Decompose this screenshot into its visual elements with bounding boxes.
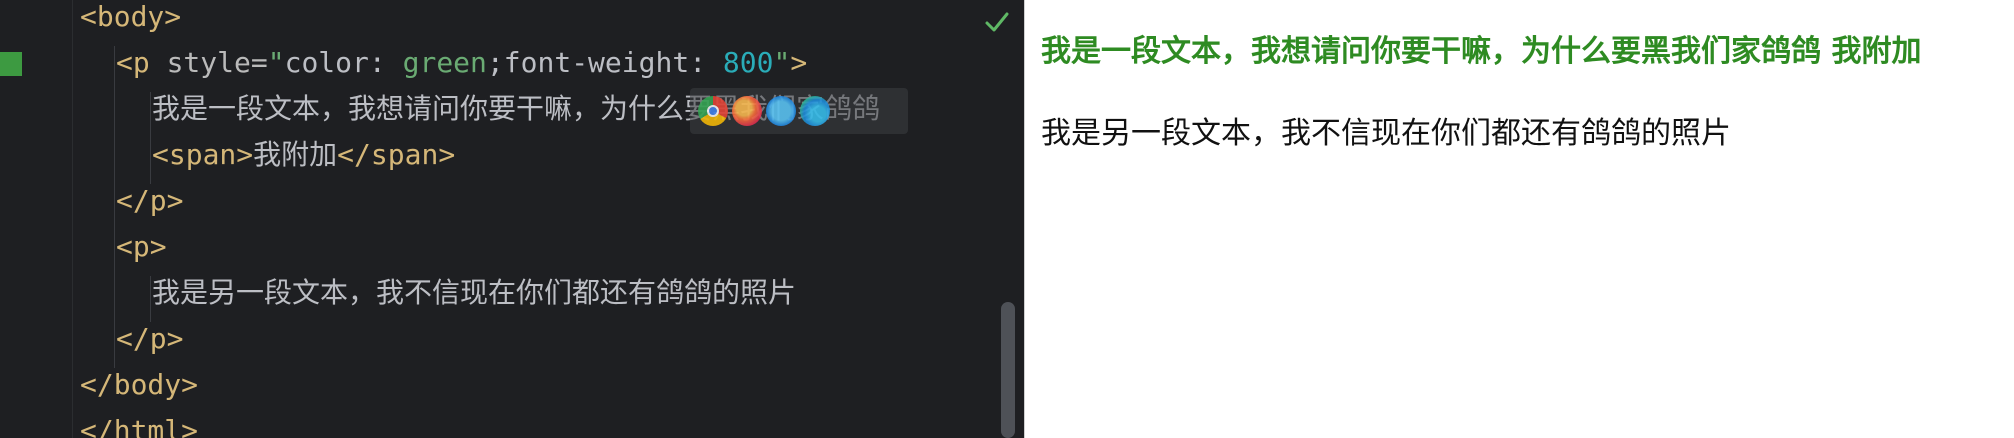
- indent-guide: [114, 46, 115, 368]
- browser-preview-bar: [690, 88, 908, 134]
- tag-p-close: </p>: [116, 322, 184, 355]
- code-text: 我附加: [253, 138, 338, 171]
- code-line: <p style="color: green;font-weight: 800"…: [116, 40, 807, 86]
- tag-body-open: <body>: [80, 0, 182, 33]
- code-line: </body>: [80, 362, 198, 408]
- tag-p-open: <p: [116, 46, 150, 79]
- code-line: </html>: [80, 408, 198, 438]
- vertical-scrollbar[interactable]: [1001, 302, 1015, 438]
- code-line: <body>: [80, 0, 181, 40]
- code-editor[interactable]: <body> <p style="color: green;font-weigh…: [0, 0, 1024, 438]
- app-window: <body> <p style="color: green;font-weigh…: [0, 0, 2014, 438]
- attr-quote: ": [267, 46, 285, 79]
- check-icon: [985, 12, 1009, 32]
- edge-icon[interactable]: [800, 96, 830, 126]
- safari-icon[interactable]: [766, 96, 796, 126]
- tag-p-close: </p>: [116, 184, 184, 217]
- tag-close-bracket: >: [790, 46, 808, 79]
- preview-paragraph-green: 我是一段文本，我想请问你要干嘛，为什么要黑我们家鸽鸽 我附加: [1041, 34, 1922, 69]
- tag-p-open: <p>: [116, 230, 167, 263]
- css-number: 800: [722, 46, 774, 79]
- code-line: <span>我附加</span>: [152, 132, 455, 178]
- code-line: 我是另一段文本，我不信现在你们都还有鸽鸽的照片: [152, 270, 796, 316]
- code-text: 我是另一段文本，我不信现在你们都还有鸽鸽的照片: [152, 276, 797, 309]
- browser-preview: 我是一段文本，我想请问你要干嘛，为什么要黑我们家鸽鸽 我附加 我是另一段文本，我…: [1024, 0, 2014, 438]
- tag-html-close: </html>: [80, 414, 199, 438]
- css-value: green: [402, 46, 487, 79]
- code-line: </p>: [116, 178, 183, 224]
- attr-quote: ": [773, 46, 791, 79]
- preview-paragraph: 我是另一段文本，我不信现在你们都还有鸽鸽的照片: [1041, 116, 1731, 151]
- change-marker: [0, 52, 22, 76]
- code-line: <p>: [116, 224, 167, 270]
- css-prop: font-weight:: [503, 46, 723, 79]
- firefox-icon[interactable]: [732, 96, 762, 126]
- css-prop: color:: [284, 46, 403, 79]
- css-separator: ;: [486, 46, 504, 79]
- indent-guide: [150, 92, 151, 184]
- tag-span-close: </span>: [337, 138, 456, 171]
- code-line: </p>: [116, 316, 183, 362]
- tag-span-open: <span>: [152, 138, 254, 171]
- attr-name: style=: [149, 46, 268, 79]
- chrome-icon[interactable]: [698, 96, 728, 126]
- tag-body-close: </body>: [80, 368, 199, 401]
